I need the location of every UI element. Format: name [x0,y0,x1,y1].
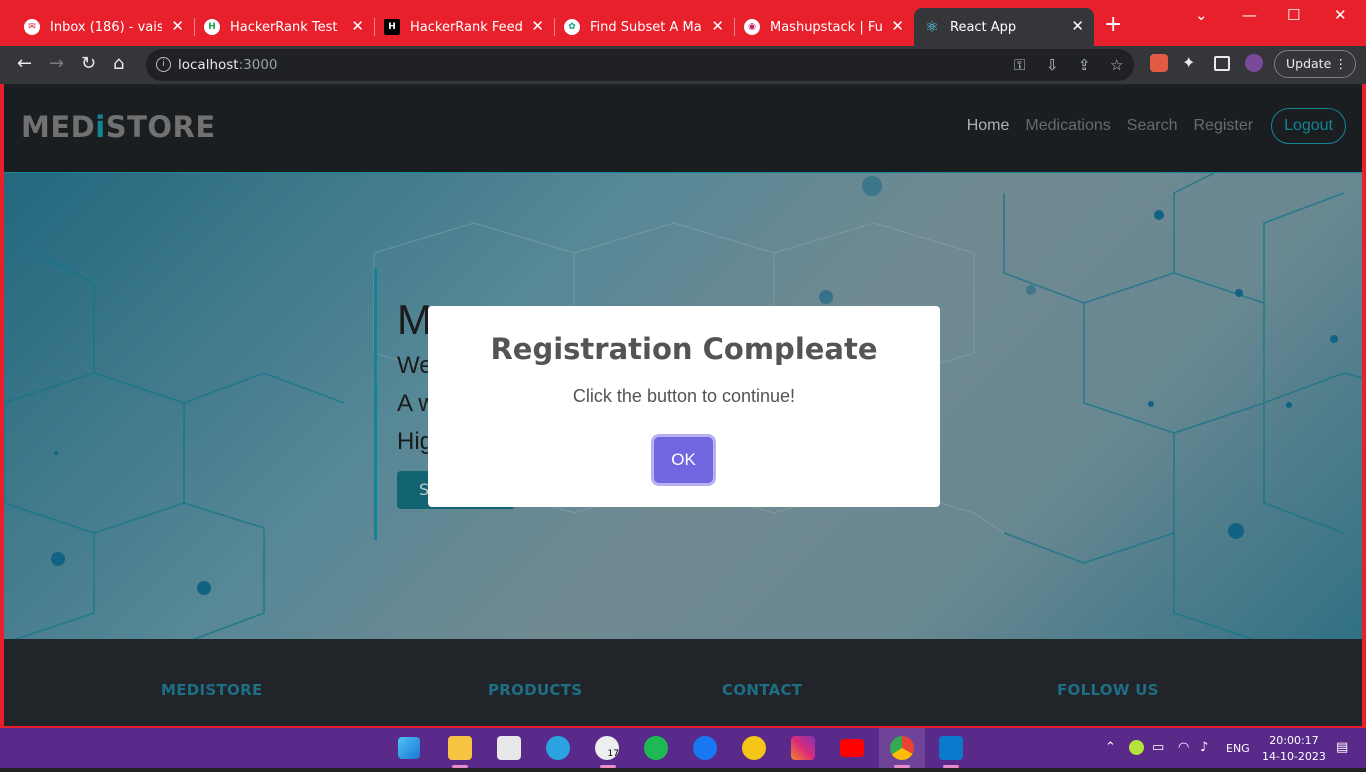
windows-start-icon[interactable] [398,737,420,759]
language-indicator[interactable]: ENG [1226,742,1250,755]
store-icon[interactable] [497,736,521,760]
spotify-icon[interactable] [644,736,668,760]
avatar[interactable] [1245,54,1263,72]
registration-modal: Registration Compleate Click the button … [428,306,940,507]
hackerrank-icon: H [204,19,220,35]
whatsapp-badge: 17 [607,749,619,759]
maximize-icon[interactable]: ☐ [1287,6,1300,24]
menu-dots-icon[interactable]: ⋮ [1335,51,1348,77]
vscode-icon[interactable] [939,736,963,760]
window-frame [1362,84,1366,728]
puzzle-icon[interactable]: ✦ [1182,53,1195,73]
new-tab-icon[interactable]: + [1104,12,1122,37]
chrome-icon[interactable] [890,736,914,760]
tab-title: HackerRank Test Ins [230,19,342,35]
app-icon[interactable] [742,736,766,760]
clock-date: 14-10-2023 [1262,750,1326,763]
close-icon[interactable]: ✕ [351,18,364,34]
close-icon[interactable]: ✕ [891,18,904,34]
footer-heading-medistore: MEDISTORE [161,681,263,699]
install-icon[interactable]: ⇩ [1046,56,1059,74]
close-icon[interactable]: ✕ [171,18,184,34]
footer-heading-contact: CONTACT [722,681,803,699]
share-icon[interactable]: ⇪ [1078,56,1091,74]
modal-title: Registration Compleate [490,332,878,366]
notification-icon[interactable]: ▤ [1336,740,1348,755]
file-explorer-icon[interactable] [448,736,472,760]
key-icon[interactable]: ⚿ [1014,56,1025,74]
tab-hackerrank-test[interactable]: H HackerRank Test Ins ✕ [194,8,374,46]
site-footer: MEDISTORE PRODUCTS CONTACT FOLLOW US [4,639,1362,727]
close-icon[interactable]: ✕ [531,18,544,34]
react-icon: ⚛ [925,18,939,36]
info-icon[interactable]: i [156,57,171,72]
tab-hackerrank-feedback[interactable]: H HackerRank Feedba ✕ [374,8,554,46]
tab-chatgpt[interactable]: ✿ Find Subset A Max ✕ [554,8,734,46]
update-button[interactable]: Update ⋮ [1274,50,1356,78]
chevron-up-icon[interactable]: ⌃ [1105,740,1116,755]
side-panel-icon[interactable] [1214,56,1230,71]
back-icon[interactable]: ← [17,54,32,74]
home-icon[interactable]: ⌂ [113,54,124,74]
minimize-icon[interactable]: — [1242,6,1257,24]
address-bar[interactable]: i localhost:3000 ⚿ ⇩ ⇪ ☆ [146,49,1134,81]
instagram-icon[interactable] [791,736,815,760]
window-close-icon[interactable]: ✕ [1334,6,1347,24]
url-host: localhost [178,57,239,73]
forward-icon[interactable]: → [49,54,64,74]
tab-title: Find Subset A Max [590,19,702,35]
tray-app-icon[interactable] [1129,740,1144,755]
gmail-icon: ✉ [24,19,40,35]
mashupstack-icon: ◉ [744,19,760,35]
tab-title: HackerRank Feedba [410,19,522,35]
reload-icon[interactable]: ↻ [81,54,96,74]
tab-gmail[interactable]: ✉ Inbox (186) - vaisha ✕ [14,8,194,46]
volume-icon[interactable]: ♪ [1200,740,1208,755]
url-port: :3000 [238,57,278,73]
star-icon[interactable]: ☆ [1110,56,1123,74]
tab-title: Mashupstack | Fulls [770,19,882,35]
wifi-icon[interactable]: ◠ [1178,740,1189,755]
footer-heading-follow-us: FOLLOW US [1057,681,1159,699]
close-icon[interactable]: ✕ [1071,18,1084,34]
youtube-icon[interactable] [840,739,864,757]
clock-time: 20:00:17 [1269,734,1319,747]
chevron-down-icon[interactable]: ⌄ [1195,6,1208,24]
battery-icon[interactable]: ▭ [1152,740,1164,755]
whatsapp-icon[interactable]: 17 [595,736,619,760]
modal-text: Click the button to continue! [572,386,796,406]
extension-icon[interactable] [1150,54,1168,72]
tab-react-app[interactable]: ⚛ React App ✕ [914,8,1094,46]
taskbar-clock[interactable]: 20:00:17 14-10-2023 [1262,733,1326,765]
tab-strip: ✉ Inbox (186) - vaisha ✕ H HackerRank Te… [0,0,1366,46]
facebook-icon[interactable] [693,736,717,760]
tab-title: Inbox (186) - vaisha [50,19,162,35]
telegram-icon[interactable] [546,736,570,760]
hackerrank-icon: H [384,19,400,35]
ok-button[interactable]: OK [654,437,713,483]
footer-heading-products: PRODUCTS [488,681,583,699]
chatgpt-icon: ✿ [564,19,580,35]
close-icon[interactable]: ✕ [711,18,724,34]
windows-taskbar: 17 ⌃ ▭ ◠ ♪ ENG 20:00:17 14-10-2023 ▤ [0,728,1366,768]
update-label: Update [1286,56,1332,71]
window-frame [0,84,4,728]
tab-mashupstack[interactable]: ◉ Mashupstack | Fulls ✕ [734,8,914,46]
tab-title: React App [950,19,1017,35]
